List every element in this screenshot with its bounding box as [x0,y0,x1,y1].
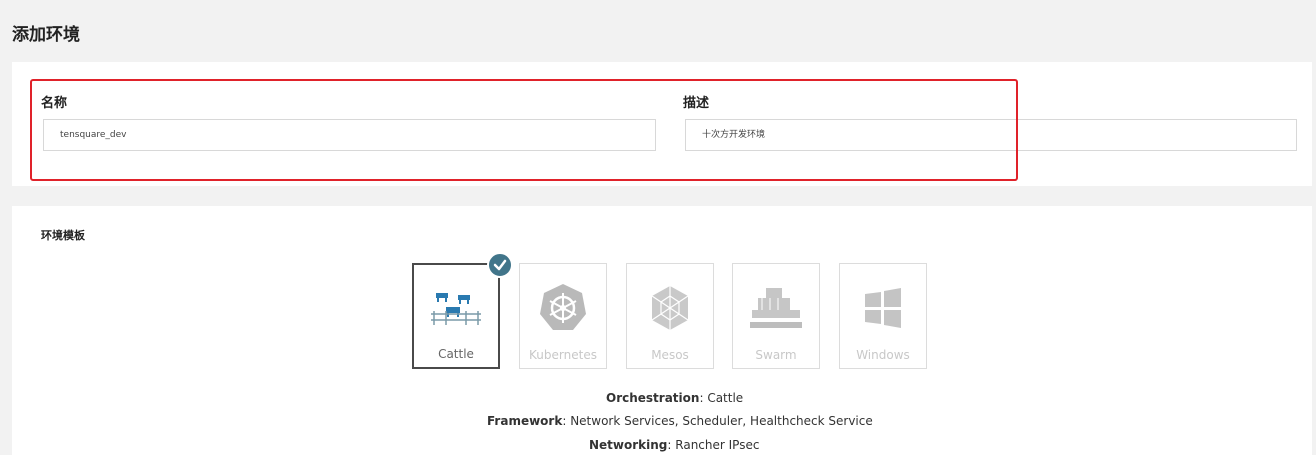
cattle-icon [431,293,481,325]
windows-icon [865,288,901,328]
template-label-windows: Windows [856,348,910,362]
orchestration-value: Cattle [707,391,744,405]
mesos-icon [651,286,689,330]
template-label-cattle: Cattle [438,347,474,361]
networking-label: Networking [589,438,668,452]
swarm-icon [750,288,802,328]
template-label-mesos: Mesos [651,348,689,362]
orchestration-label: Orchestration [606,391,700,405]
template-section-label: 环境模板 [41,229,85,242]
orchestration-line: Orchestration: Cattle [606,391,744,405]
template-card-swarm[interactable]: Swarm [732,263,820,369]
page-title: 添加环境 [12,25,80,45]
framework-label: Framework [487,414,563,428]
template-card-kubernetes[interactable]: Kubernetes [519,263,607,369]
template-card-windows[interactable]: Windows [839,263,927,369]
template-card-cattle[interactable]: Cattle [412,263,500,369]
networking-line: Networking: Rancher IPsec [589,438,760,452]
selected-check-icon [487,252,513,278]
template-card-mesos[interactable]: Mesos [626,263,714,369]
template-label-swarm: Swarm [755,348,797,362]
networking-value: Rancher IPsec [675,438,760,452]
kubernetes-icon [540,284,586,330]
page-header: 添加环境 [0,0,1316,60]
framework-value: Network Services, Scheduler, Healthcheck… [570,414,873,428]
framework-line: Framework: Network Services, Scheduler, … [487,414,873,428]
template-label-kubernetes: Kubernetes [529,348,597,362]
annotation-highlight-box [30,79,1018,181]
